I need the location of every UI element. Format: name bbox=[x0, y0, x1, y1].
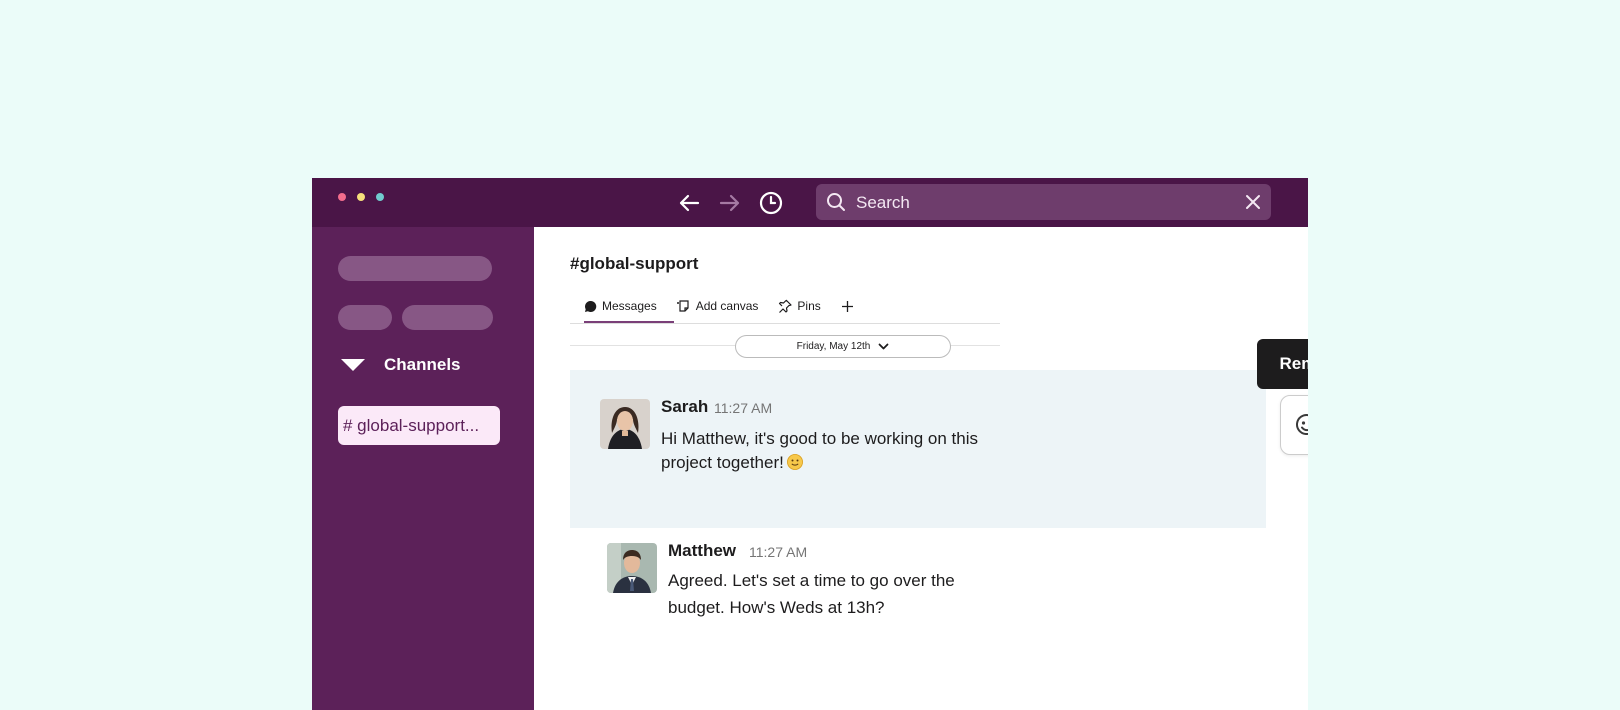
pin-icon bbox=[779, 299, 793, 313]
close-icon[interactable] bbox=[1243, 192, 1263, 212]
search-icon bbox=[827, 193, 845, 211]
tab-pins[interactable]: Pins bbox=[778, 296, 821, 316]
message-text: Hi Matthew, it's good to be working on t… bbox=[661, 427, 1001, 475]
message-author[interactable]: Matthew bbox=[668, 541, 736, 561]
plus-icon bbox=[841, 300, 853, 312]
add-tab-button[interactable] bbox=[841, 296, 859, 316]
app-window: Search Channels # global-support... #glo… bbox=[312, 178, 1308, 710]
channel-title: #global-support bbox=[570, 254, 699, 273]
slightly-smiling-face-icon bbox=[786, 454, 803, 470]
message-body: Hi Matthew, it's good to be working on t… bbox=[661, 429, 978, 472]
search-input[interactable]: Search bbox=[856, 193, 910, 213]
channel-tabs: Messages Add canvas Pins bbox=[584, 296, 879, 316]
date-label: Friday, May 12th bbox=[796, 341, 871, 352]
sidebar: Channels # global-support... bbox=[312, 227, 534, 710]
search-bar[interactable]: Search bbox=[816, 184, 1271, 220]
add-reaction-button[interactable] bbox=[1285, 403, 1308, 447]
minimize-window-dot[interactable] bbox=[357, 193, 365, 201]
skeleton-placeholder bbox=[338, 256, 492, 281]
sidebar-item-global-support[interactable]: # global-support... bbox=[338, 406, 500, 445]
message-actions-toolbar bbox=[1280, 395, 1308, 455]
tab-label: Add canvas bbox=[695, 299, 759, 313]
close-window-dot[interactable] bbox=[338, 193, 346, 201]
title-bar: Search bbox=[312, 178, 1308, 227]
history-clock-icon[interactable] bbox=[758, 190, 784, 216]
back-arrow-icon[interactable] bbox=[676, 190, 702, 216]
tab-label: Messages bbox=[602, 299, 657, 313]
tab-messages[interactable]: Messages bbox=[584, 296, 657, 316]
date-divider-button[interactable]: Friday, May 12th bbox=[735, 335, 951, 358]
add-reaction-icon bbox=[1296, 414, 1308, 435]
message-author[interactable]: Sarah bbox=[661, 397, 708, 417]
window-controls bbox=[338, 193, 384, 201]
tab-add-canvas[interactable]: Add canvas bbox=[676, 296, 759, 316]
message-timestamp[interactable]: 11:27 AM bbox=[749, 544, 807, 560]
canvas-icon bbox=[676, 300, 689, 312]
maximize-window-dot[interactable] bbox=[376, 193, 384, 201]
message-text: Agreed. Let's set a time to go over the … bbox=[668, 571, 955, 617]
channels-label: Channels bbox=[384, 355, 461, 374]
channel-pane: #global-support Messages Add canvas Pins… bbox=[534, 227, 1308, 710]
forward-arrow-icon[interactable] bbox=[717, 190, 743, 216]
skeleton-placeholder bbox=[338, 305, 392, 330]
tooltip: Remove from Later bbox=[1257, 339, 1308, 389]
tab-label: Pins bbox=[797, 299, 821, 313]
chevron-down-icon bbox=[878, 343, 889, 349]
avatar-sarah[interactable] bbox=[600, 399, 650, 449]
skeleton-placeholder bbox=[402, 305, 493, 330]
message-timestamp[interactable]: 11:27 AM bbox=[714, 400, 772, 416]
avatar-matthew[interactable] bbox=[607, 543, 657, 593]
tabs-divider bbox=[570, 323, 1000, 324]
caret-down-icon bbox=[341, 359, 365, 371]
channels-section-header[interactable]: Channels bbox=[340, 355, 461, 375]
chat-bubble-icon bbox=[584, 300, 597, 312]
